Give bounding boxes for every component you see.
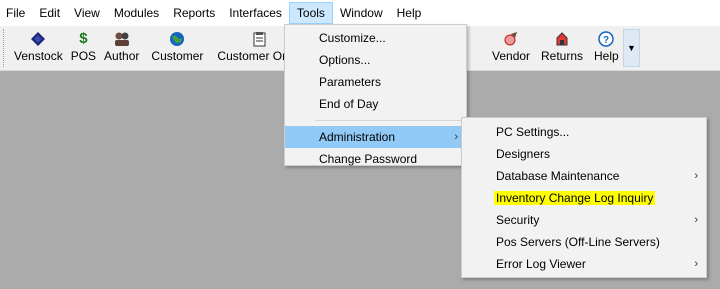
toolbar-label: Author bbox=[104, 49, 140, 63]
toolbar-label: Customer bbox=[151, 49, 204, 63]
menu-item-administration[interactable]: Administration › bbox=[285, 126, 466, 148]
help-icon: ? bbox=[595, 30, 617, 48]
menu-item-designers[interactable]: Designers bbox=[462, 143, 706, 165]
menu-help[interactable]: Help bbox=[390, 2, 429, 24]
menu-file[interactable]: File bbox=[0, 2, 32, 24]
menu-item-pos-servers[interactable]: Pos Servers (Off-Line Servers) bbox=[462, 231, 706, 253]
globe-icon bbox=[166, 30, 188, 48]
menu-item-pc-settings[interactable]: PC Settings... bbox=[462, 121, 706, 143]
menu-item-change-password[interactable]: Change Password bbox=[285, 148, 466, 170]
menu-item-label: Database Maintenance bbox=[496, 169, 620, 183]
toolbar-label: Returns bbox=[541, 49, 584, 63]
highlighted-menu-label: Inventory Change Log Inquiry bbox=[494, 191, 656, 205]
venstock-diamond-icon bbox=[27, 30, 49, 48]
customer-order-icon bbox=[249, 30, 271, 48]
menu-modules[interactable]: Modules bbox=[107, 2, 166, 24]
submenu-arrow-icon: › bbox=[454, 131, 458, 143]
menu-bar: File Edit View Modules Reports Interface… bbox=[0, 0, 720, 26]
toolbar-label: Vendor bbox=[492, 49, 531, 63]
menu-item-inventory-change-log-inquiry[interactable]: Inventory Change Log Inquiry bbox=[462, 187, 706, 209]
menu-window[interactable]: Window bbox=[333, 2, 390, 24]
toolbar-label: Venstock bbox=[14, 49, 63, 63]
menu-item-customize[interactable]: Customize... bbox=[285, 27, 466, 49]
author-icon bbox=[111, 30, 133, 48]
vendor-icon bbox=[500, 30, 522, 48]
submenu-arrow-icon: › bbox=[694, 170, 698, 182]
menu-tools[interactable]: Tools bbox=[288, 2, 333, 24]
menu-item-end-of-day[interactable]: End of Day bbox=[285, 93, 466, 115]
menu-item-label: Error Log Viewer bbox=[496, 257, 586, 271]
toolbar-button-author[interactable]: Author bbox=[100, 26, 143, 66]
dollar-icon: $ bbox=[79, 30, 88, 47]
toolbar-button-pos[interactable]: $ POS bbox=[67, 26, 100, 66]
toolbar-label: Help bbox=[594, 49, 619, 63]
menu-item-label: Security bbox=[496, 213, 540, 227]
menu-separator bbox=[315, 120, 464, 121]
menu-item-database-maintenance[interactable]: Database Maintenance › bbox=[462, 165, 706, 187]
menu-item-options[interactable]: Options... bbox=[285, 49, 466, 71]
chevron-down-icon: ▼ bbox=[627, 43, 636, 53]
submenu-arrow-icon: › bbox=[694, 214, 698, 226]
toolbar-button-venstock[interactable]: Venstock bbox=[10, 26, 67, 66]
menu-item-parameters[interactable]: Parameters bbox=[285, 71, 466, 93]
toolbar-button-customer[interactable]: Customer bbox=[143, 26, 211, 66]
toolbar-button-help[interactable]: ? Help bbox=[590, 26, 623, 66]
toolbar-overflow-button[interactable]: ▼ bbox=[623, 29, 640, 67]
toolbar-label: POS bbox=[70, 49, 97, 63]
svg-text:?: ? bbox=[603, 35, 609, 46]
returns-icon bbox=[551, 30, 573, 48]
menu-item-error-log-viewer[interactable]: Error Log Viewer › bbox=[462, 253, 706, 275]
tools-menu: Customize... Options... Parameters End o… bbox=[284, 24, 467, 166]
submenu-arrow-icon: › bbox=[694, 258, 698, 270]
menu-reports[interactable]: Reports bbox=[166, 2, 222, 24]
menu-item-label: Administration bbox=[319, 130, 396, 144]
menu-edit[interactable]: Edit bbox=[32, 2, 67, 24]
toolbar-button-returns[interactable]: Returns bbox=[537, 26, 587, 66]
toolbar-button-vendor[interactable]: Vendor bbox=[488, 26, 534, 66]
menu-item-security[interactable]: Security › bbox=[462, 209, 706, 231]
menu-interfaces[interactable]: Interfaces bbox=[222, 2, 289, 24]
toolbar-grip[interactable] bbox=[3, 29, 8, 67]
menu-view[interactable]: View bbox=[67, 2, 107, 24]
administration-submenu: PC Settings... Designers Database Mainte… bbox=[461, 117, 707, 278]
